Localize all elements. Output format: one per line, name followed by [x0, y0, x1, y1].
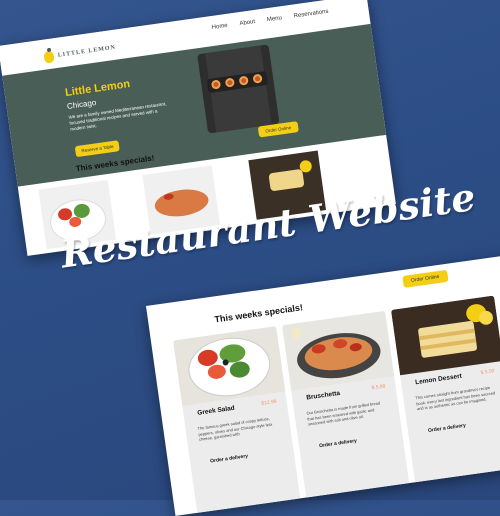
order-delivery-link[interactable]: Order a delivery	[428, 423, 467, 434]
reserve-table-button[interactable]: Reserve a Table	[74, 140, 121, 158]
lemon-icon	[43, 50, 55, 64]
bruschetta-image	[282, 310, 395, 391]
item-name: Lemon Dessert	[414, 372, 463, 387]
logo-text: LITTLE LEMON	[57, 44, 117, 59]
nav-menu[interactable]: Menu	[267, 15, 283, 23]
order-online-button[interactable]: Order Online	[402, 269, 449, 288]
item-description: The famous greek salad of crispy lettuce…	[197, 415, 273, 442]
order-delivery-link[interactable]: Order a delivery	[210, 453, 249, 464]
hero-title: Little Lemon	[64, 78, 131, 100]
item-description: This comes straight from grandma's recip…	[415, 384, 496, 412]
garlic	[290, 326, 303, 340]
item-description: Our Bruschetta is made from grilled brea…	[306, 400, 381, 427]
special-card-lemon-dessert: Lemon Dessert $ 5.00 This comes straight…	[390, 295, 500, 499]
special-card-greek-salad: Greek Salad $12.99 The famous greek sala…	[173, 326, 303, 516]
hero-city: Chicago	[66, 97, 97, 111]
hero-image	[197, 44, 280, 134]
item-name: Bruschetta	[305, 389, 341, 402]
nav-links: Home About Menu Reservations	[211, 9, 328, 31]
lemon	[478, 309, 494, 326]
greek-salad-image	[173, 326, 286, 406]
specials-screenshot: Order Online This weeks specials! Greek …	[146, 254, 500, 516]
item-price: $ 5.00	[480, 368, 495, 377]
nav-reservations[interactable]: Reservations	[293, 9, 329, 20]
nav-about[interactable]: About	[239, 19, 255, 27]
nav-home[interactable]: Home	[211, 23, 228, 31]
special-card-bruschetta: Bruschetta $ 5.99 Our Bruschetta is made…	[282, 310, 412, 514]
item-price: $12.99	[261, 398, 278, 407]
lemon-dessert	[268, 168, 305, 192]
item-name: Greek Salad	[196, 404, 236, 417]
order-delivery-link[interactable]: Order a delivery	[319, 438, 358, 449]
lemon-dessert-image	[390, 295, 500, 376]
item-price: $ 5.99	[371, 383, 386, 392]
lemon	[298, 159, 313, 174]
specials-heading: This weeks specials!	[213, 302, 304, 325]
